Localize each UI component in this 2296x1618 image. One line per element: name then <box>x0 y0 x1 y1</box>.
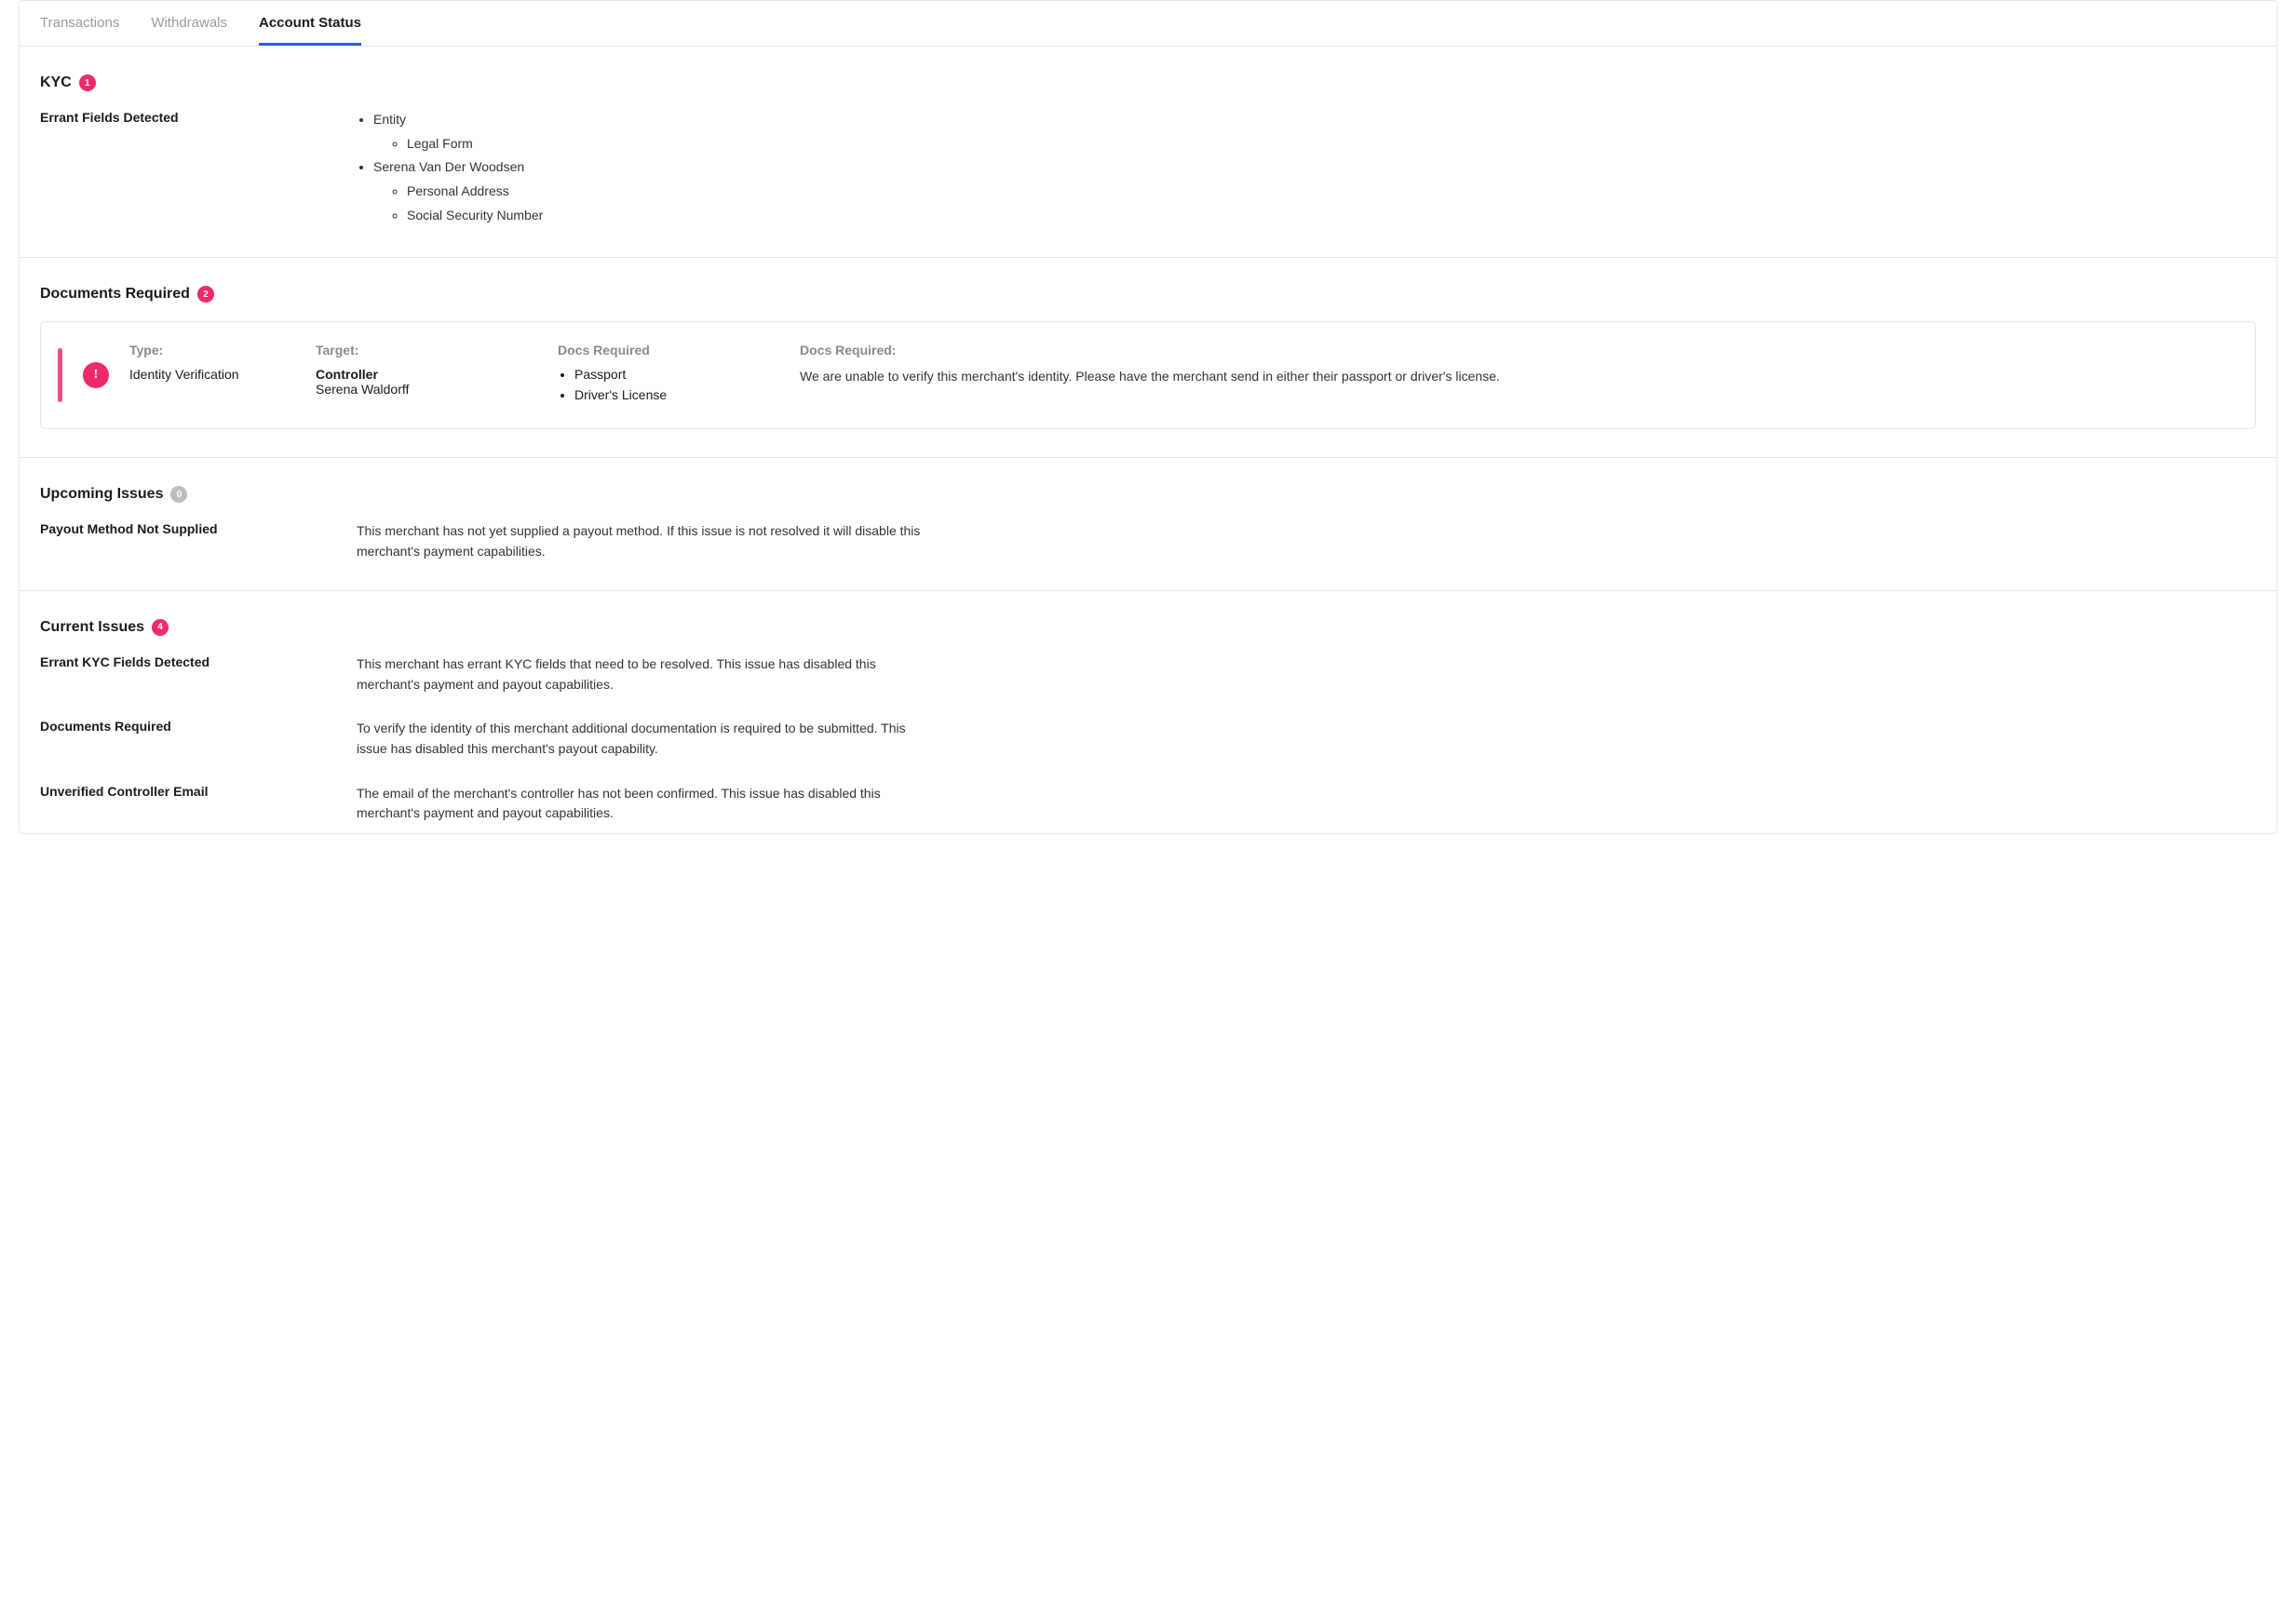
current-row-text: To verify the identity of this merchant … <box>357 719 934 759</box>
upcoming-title: Upcoming Issues 0 <box>40 486 2256 503</box>
kyc-errant-subitem: Personal Address <box>407 182 934 202</box>
kyc-errant-item: Serena Van Der Woodsen Personal Address … <box>373 157 934 225</box>
doc-type-value: Identity Verification <box>129 367 288 382</box>
current-row-label: Unverified Controller Email <box>40 784 357 799</box>
doc-req-item: Passport <box>574 367 772 382</box>
current-title-text: Current Issues <box>40 619 144 636</box>
kyc-errant-item: Entity Legal Form <box>373 110 934 154</box>
tab-transactions[interactable]: Transactions <box>40 1 119 46</box>
alert-icon: ! <box>83 362 109 388</box>
alert-bar <box>58 348 62 402</box>
account-status-panel: Transactions Withdrawals Account Status … <box>19 0 2277 834</box>
tab-bar: Transactions Withdrawals Account Status <box>20 1 2276 47</box>
current-badge: 4 <box>152 619 169 636</box>
kyc-title-text: KYC <box>40 74 72 91</box>
doc-target-name: Serena Waldorff <box>316 382 530 397</box>
kyc-errant-label: Errant Fields Detected <box>40 110 357 125</box>
kyc-title: KYC 1 <box>40 74 2256 91</box>
document-card: ! Type: Identity Verification Target: Co… <box>40 321 2256 429</box>
current-row-text: This merchant has errant KYC fields that… <box>357 654 934 694</box>
upcoming-row-label: Payout Method Not Supplied <box>40 521 357 536</box>
doc-target-head: Target: <box>316 343 530 357</box>
kyc-badge: 1 <box>79 74 96 91</box>
doc-target-role: Controller <box>316 367 530 382</box>
documents-title: Documents Required 2 <box>40 286 2256 303</box>
current-row-label: Documents Required <box>40 719 357 734</box>
current-section: Current Issues 4 Errant KYC Fields Detec… <box>20 591 2276 833</box>
kyc-errant-list: Entity Legal Form Serena Van Der Woodsen… <box>357 110 934 225</box>
doc-req-item: Driver's License <box>574 387 772 402</box>
tab-account-status[interactable]: Account Status <box>259 1 361 46</box>
current-title: Current Issues 4 <box>40 619 2256 636</box>
upcoming-title-text: Upcoming Issues <box>40 486 163 503</box>
doc-type-head: Type: <box>129 343 288 357</box>
kyc-section: KYC 1 Errant Fields Detected Entity Lega… <box>20 47 2276 258</box>
doc-desc-text: We are unable to verify this merchant's … <box>800 367 2235 386</box>
documents-section: Documents Required 2 ! Type: Identity Ve… <box>20 258 2276 458</box>
documents-title-text: Documents Required <box>40 286 190 303</box>
kyc-errant-subitem: Legal Form <box>407 134 934 155</box>
kyc-errant-subitem: Social Security Number <box>407 206 934 226</box>
tab-withdrawals[interactable]: Withdrawals <box>151 1 227 46</box>
kyc-errant-item-name: Entity <box>373 112 406 127</box>
doc-req-head: Docs Required <box>558 343 772 357</box>
documents-badge: 2 <box>197 286 214 303</box>
current-row-text: The email of the merchant's controller h… <box>357 784 934 824</box>
upcoming-row-text: This merchant has not yet supplied a pay… <box>357 521 934 561</box>
upcoming-badge: 0 <box>170 486 187 503</box>
kyc-errant-item-name: Serena Van Der Woodsen <box>373 159 524 174</box>
upcoming-section: Upcoming Issues 0 Payout Method Not Supp… <box>20 458 2276 590</box>
doc-desc-head: Docs Required: <box>800 343 2235 357</box>
current-row-label: Errant KYC Fields Detected <box>40 654 357 669</box>
